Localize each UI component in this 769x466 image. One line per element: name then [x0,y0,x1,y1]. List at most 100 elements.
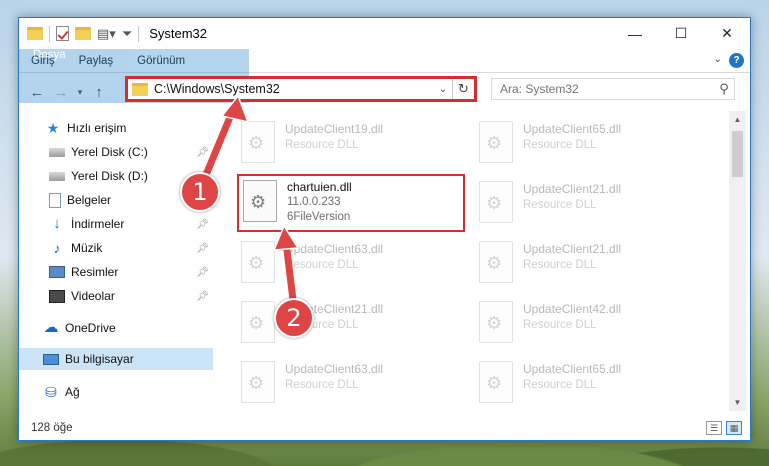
file-item[interactable]: UpdateClient19.dll Resource DLL [241,117,471,171]
file-explorer-window: ▤▾ ⏷ System32 — ☐ ✕ Dosya Giriş Paylaş G… [18,17,751,441]
step-badge-2: 2 [274,298,314,338]
help-icon[interactable]: ? [729,53,744,68]
star-icon: ★ [46,120,60,136]
search-icon[interactable]: ⚲ [714,81,734,97]
dll-file-icon [479,361,513,403]
drive-icon [49,171,65,181]
toolbar-dropdown-icon[interactable]: ⏷ [122,26,132,42]
quick-access-toolbar: ▤▾ ⏷ [27,25,140,42]
file-description: Resource DLL [523,259,597,271]
sidebar-item-label: İndirmeler [71,217,125,231]
search-input[interactable] [500,82,714,96]
sidebar-item-label: Yerel Disk (C:) [71,145,148,159]
sidebar-item-this-pc[interactable]: Bu bilgisayar [19,348,213,370]
dll-file-icon [479,301,513,343]
file-item[interactable]: UpdateClient65.dll Resource DLL [479,357,709,411]
file-description: Resource DLL [523,139,597,151]
sidebar-item-label: Yerel Disk (D:) [71,169,148,183]
sidebar-item-videos[interactable]: Videolar 📌︎ [19,285,213,307]
file-name: chartuien.dll [287,180,352,194]
window-title: System32 [149,26,208,41]
dll-file-icon [479,181,513,223]
file-description: Resource DLL [285,259,359,271]
item-count: 128 öğe [31,422,73,434]
customize-toolbar-icon[interactable]: ▤▾ [97,26,116,42]
file-item[interactable]: UpdateClient63.dll Resource DLL [241,237,471,291]
file-description: Resource DLL [523,319,597,331]
window-controls: — ☐ ✕ [612,18,750,49]
pin-icon[interactable]: 📌︎ [196,291,209,302]
sidebar-item-label: OneDrive [65,321,116,335]
refresh-icon[interactable]: ↻ [452,79,474,99]
properties-icon[interactable] [56,26,69,41]
file-name: UpdateClient21.dll [523,182,622,196]
title-bar: ▤▾ ⏷ System32 — ☐ ✕ [19,18,750,49]
new-folder-icon[interactable] [75,27,91,40]
sidebar-item-music[interactable]: ♪ Müzik 📌︎ [19,237,213,259]
close-button[interactable]: ✕ [704,18,750,49]
sidebar-item-label: Ağ [65,385,80,399]
documents-icon [49,192,61,208]
file-version: 11.0.0.233 [287,196,341,208]
file-name: UpdateClient19.dll [285,122,384,136]
computer-icon [43,353,59,365]
download-icon: ↓ [53,215,61,232]
details-view-icon[interactable]: ☰ [706,421,722,435]
expand-ribbon-icon[interactable]: ⌄ [714,54,722,65]
file-item-highlighted[interactable]: chartuien.dll 11.0.0.233 6FileVersion [237,174,465,232]
dll-file-icon [241,241,275,283]
file-name: UpdateClient65.dll [523,362,622,376]
file-description: Resource DLL [285,139,359,151]
folder-icon [132,82,148,96]
videos-icon [49,289,65,303]
tiles-view-icon[interactable]: ▦ [726,421,742,435]
drive-icon [49,147,65,157]
file-description: 6FileVersion [287,211,351,223]
navigation-pane: ★ Hızlı erişim Yerel Disk (C:) 📌︎ Yerel … [19,111,213,411]
vertical-scrollbar[interactable]: ▲ ▼ [729,111,746,411]
file-name: UpdateClient63.dll [285,242,384,256]
address-bar[interactable]: C:\Windows\System32 ⌄ ↻ [125,76,477,102]
pin-icon[interactable]: 📌︎ [196,147,209,158]
view-switcher: ☰ ▦ [706,421,742,435]
sidebar-item-label: Bu bilgisayar [65,352,134,366]
sidebar-item-label: Videolar [71,289,115,303]
sidebar-item-label: Müzik [71,241,103,255]
divider [138,25,140,42]
sidebar-item-label: Resimler [71,265,119,279]
scroll-up-icon[interactable]: ▲ [729,111,746,128]
minimize-button[interactable]: — [612,18,658,49]
file-description: Resource DLL [523,199,597,211]
sidebar-item-onedrive[interactable]: ☁ OneDrive [19,317,213,339]
file-item[interactable]: UpdateClient21.dll Resource DLL [479,237,709,291]
maximize-button[interactable]: ☐ [658,18,704,49]
sidebar-item-local-disk-c[interactable]: Yerel Disk (C:) 📌︎ [19,141,213,163]
music-icon: ♪ [53,240,61,256]
sidebar-item-pictures[interactable]: Resimler 📌︎ [19,261,213,283]
address-path[interactable]: C:\Windows\System32 [154,82,434,96]
sidebar-item-label: Hızlı erişim [67,121,127,135]
dll-file-icon [241,301,275,343]
file-item[interactable]: UpdateClient65.dll Resource DLL [479,117,709,171]
pin-icon[interactable]: 📌︎ [196,267,209,278]
search-box[interactable]: ⚲ [491,78,735,100]
sidebar-item-downloads[interactable]: ↓ İndirmeler 📌︎ [19,213,213,235]
file-name: UpdateClient21.dll [523,242,622,256]
file-name: UpdateClient42.dll [523,302,622,316]
file-item[interactable]: UpdateClient21.dll Resource DLL [479,177,709,231]
sidebar-item-network[interactable]: ⛁ Ağ [19,381,213,403]
pin-icon[interactable]: 📌︎ [196,243,209,254]
file-description: Resource DLL [285,379,359,391]
scroll-down-icon[interactable]: ▼ [729,394,746,411]
file-name: UpdateClient65.dll [523,122,622,136]
scrollbar-thumb[interactable] [732,131,743,177]
file-item[interactable]: UpdateClient63.dll Resource DLL [241,357,471,411]
pin-icon[interactable]: 📌︎ [196,219,209,230]
ribbon-tabs: Dosya Giriş Paylaş Görünüm ⌄ ? [19,49,750,103]
sidebar-item-quick-access[interactable]: ★ Hızlı erişim [19,117,213,139]
dll-file-icon [241,121,275,163]
network-icon: ⛁ [45,384,57,400]
address-dropdown-icon[interactable]: ⌄ [434,84,452,95]
file-item[interactable]: UpdateClient42.dll Resource DLL [479,297,709,351]
content-area: ★ Hızlı erişim Yerel Disk (C:) 📌︎ Yerel … [19,111,750,411]
